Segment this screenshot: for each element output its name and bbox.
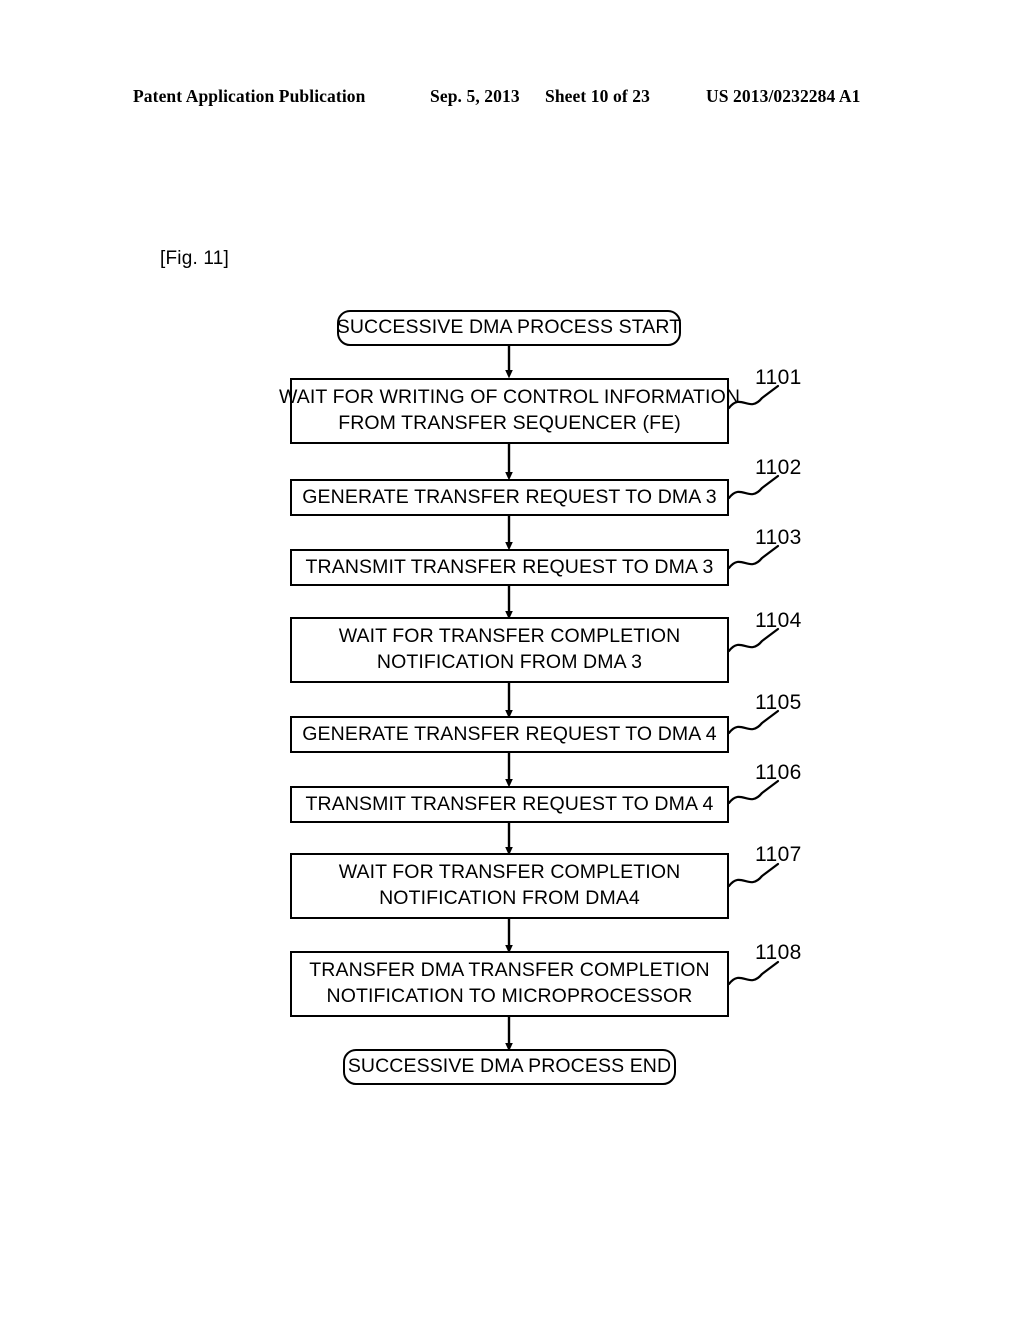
flow-node-1108[interactable]: TRANSFER DMA TRANSFER COMPLETION NOTIFIC… (290, 951, 729, 1017)
flow-node-1107[interactable]: WAIT FOR TRANSFER COMPLETION NOTIFICATIO… (290, 853, 729, 919)
reference-number-1101: 1101 (755, 366, 802, 389)
reference-number-1107: 1107 (755, 843, 802, 866)
reference-number-1102: 1102 (755, 456, 802, 479)
flow-node-1101[interactable]: WAIT FOR WRITING OF CONTROL INFORMATION … (279, 378, 740, 444)
reference-number-1103: 1103 (755, 526, 802, 549)
flow-node-1101-label-line2: FROM TRANSFER SEQUENCER (FE) (338, 412, 681, 434)
flow-node-1101-label-line1: WAIT FOR WRITING OF CONTROL INFORMATION (278, 386, 741, 409)
reference-number-1108: 1108 (755, 941, 802, 964)
flow-node-1104-label-line2: NOTIFICATION FROM DMA 3 (376, 651, 643, 673)
flow-node-start[interactable]: SUCCESSIVE DMA PROCESS START (337, 310, 681, 346)
flow-node-end[interactable]: SUCCESSIVE DMA PROCESS END (343, 1049, 676, 1085)
reference-number-1104: 1104 (755, 609, 802, 632)
flow-node-1106-label-line1: TRANSMIT TRANSFER REQUEST TO DMA 4 (305, 792, 714, 815)
flow-node-1104-label-line1: WAIT FOR TRANSFER COMPLETION (338, 625, 681, 648)
reference-number-1105: 1105 (755, 691, 802, 714)
leader-line-1107 (727, 862, 780, 888)
flow-node-1108-label-line2: NOTIFICATION TO MICROPROCESSOR (326, 985, 693, 1007)
flow-node-1103-label-line1: TRANSMIT TRANSFER REQUEST TO DMA 3 (305, 555, 714, 578)
flow-node-1107-label-line2: NOTIFICATION FROM DMA4 (379, 887, 640, 909)
flowchart-diagram: SUCCESSIVE DMA PROCESS START WAIT FOR WR… (0, 0, 1024, 1320)
reference-number-1106: 1106 (755, 761, 802, 784)
leader-line-1108 (727, 960, 780, 986)
flow-node-1106[interactable]: TRANSMIT TRANSFER REQUEST TO DMA 4 (290, 786, 729, 823)
flow-node-1102-label-line1: GENERATE TRANSFER REQUEST TO DMA 3 (302, 485, 717, 508)
flow-node-1105[interactable]: GENERATE TRANSFER REQUEST TO DMA 4 (290, 716, 729, 753)
flow-node-1104[interactable]: WAIT FOR TRANSFER COMPLETION NOTIFICATIO… (290, 617, 729, 683)
flow-node-1107-label-line1: WAIT FOR TRANSFER COMPLETION (338, 861, 681, 884)
flow-node-1102[interactable]: GENERATE TRANSFER REQUEST TO DMA 3 (290, 479, 729, 516)
flow-node-1103[interactable]: TRANSMIT TRANSFER REQUEST TO DMA 3 (290, 549, 729, 586)
flow-node-1105-label-line1: GENERATE TRANSFER REQUEST TO DMA 4 (302, 722, 717, 745)
flow-node-1108-label-line1: TRANSFER DMA TRANSFER COMPLETION (309, 959, 710, 982)
flow-node-end-label: SUCCESSIVE DMA PROCESS END (347, 1055, 672, 1078)
flow-node-start-label: SUCCESSIVE DMA PROCESS START (336, 316, 682, 339)
